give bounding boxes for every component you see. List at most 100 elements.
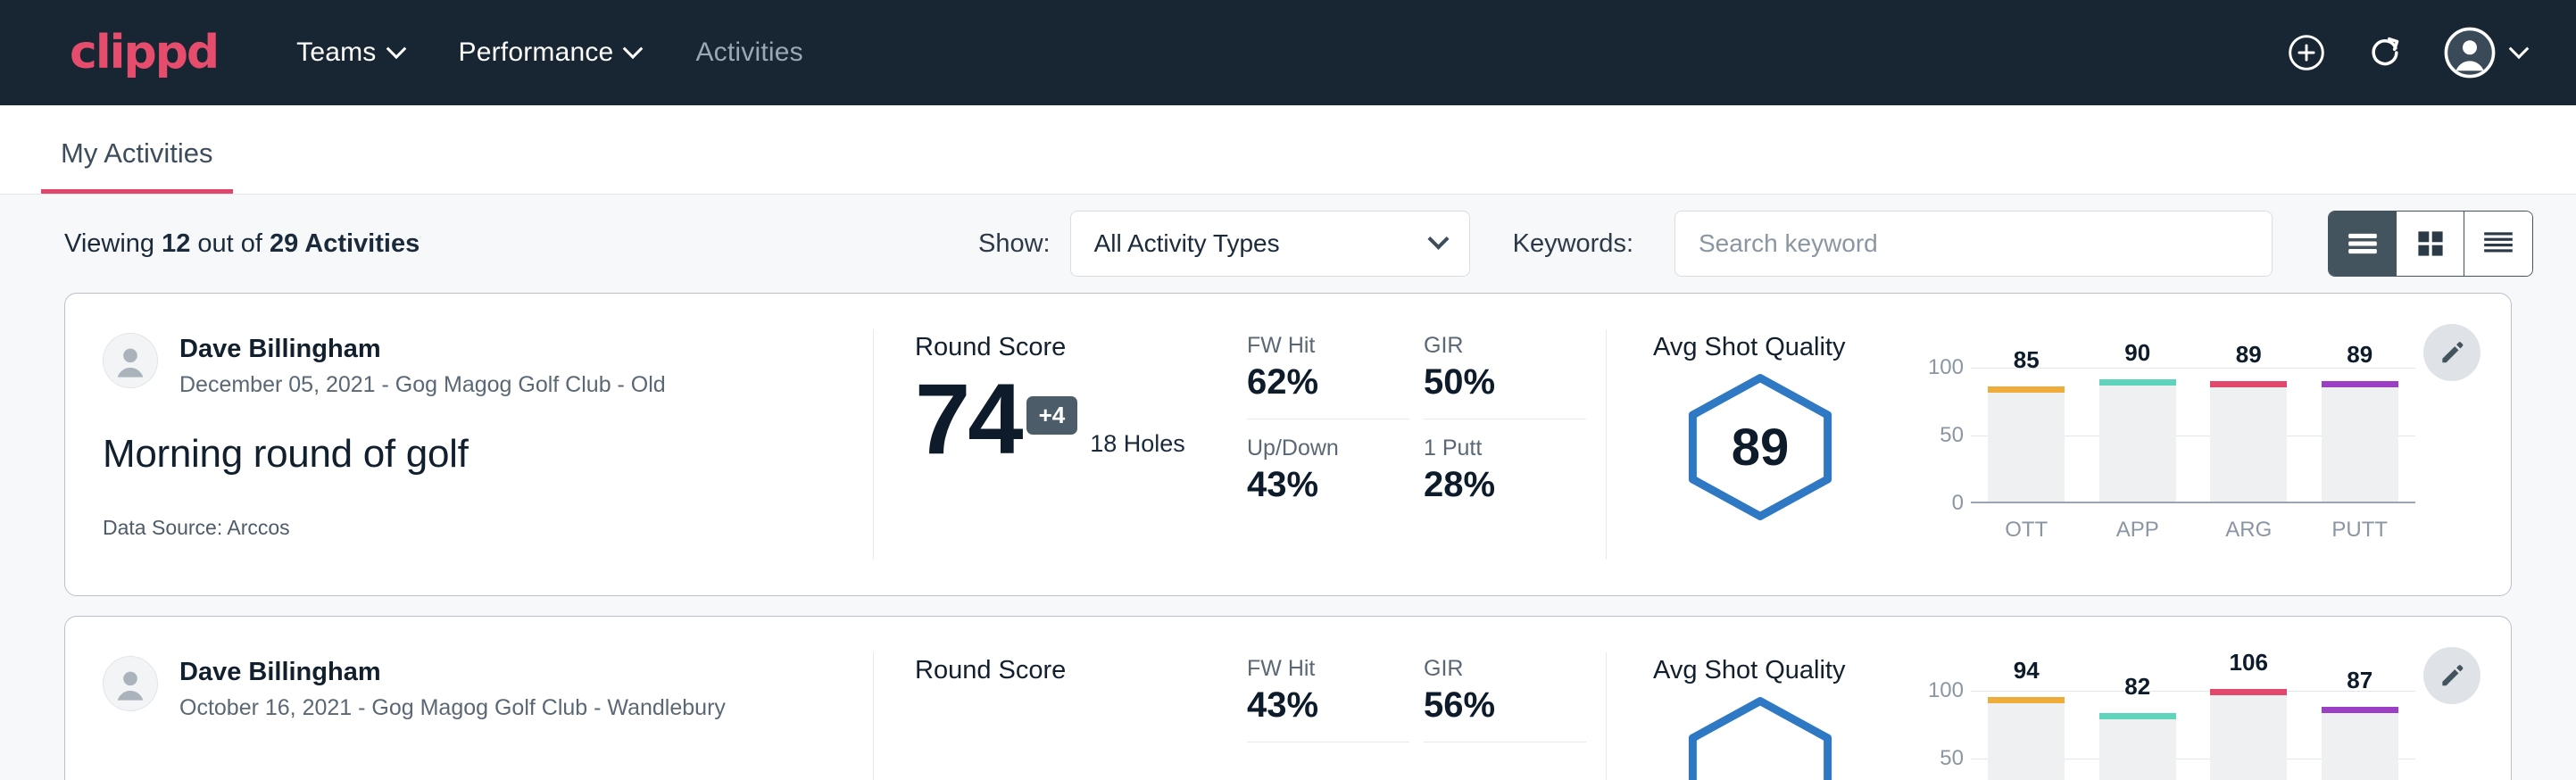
bar-cap [1988, 697, 2065, 703]
activity-card[interactable]: Dave Billingham October 16, 2021 - Gog M… [64, 616, 2512, 780]
x-axis-tick-label: APP [2099, 518, 2176, 543]
person-icon [107, 337, 154, 384]
player-name: Dave Billingham [179, 333, 666, 365]
edit-activity-button[interactable] [2423, 647, 2480, 704]
holes-played: 18 Holes [1090, 430, 1185, 465]
x-axis-tick-label: OTT [1988, 518, 2065, 543]
round-score-label: Round Score [915, 333, 1231, 362]
activity-type-select[interactable]: All Activity Types [1070, 211, 1470, 277]
stat-label: GIR [1424, 656, 1586, 682]
show-label: Show: [978, 229, 1051, 259]
bar-group: 106 [2210, 691, 2287, 780]
bar-value-label: 90 [2099, 339, 2176, 367]
hexagon-icon [1680, 696, 1841, 780]
bar [2099, 379, 2176, 502]
activity-meta: December 05, 2021 - Gog Magog Golf Club … [179, 372, 666, 398]
round-score-value: 74 [915, 373, 1021, 465]
view-mode-compact-button[interactable] [2464, 212, 2532, 276]
bar-group: 94 [1988, 691, 2065, 780]
stat-label: GIR [1424, 333, 1586, 359]
refresh-button[interactable] [2365, 33, 2405, 72]
top-navigation-bar: clippd Teams Performance Activities [0, 0, 2576, 105]
view-mode-toggle-group [2328, 211, 2533, 277]
nav-item-teams-label: Teams [296, 37, 376, 68]
y-axis-tick-label: 50 [1940, 746, 1964, 771]
bar-cap [2322, 381, 2398, 387]
chevron-down-icon [1427, 228, 1449, 249]
y-axis-tick-label: 50 [1940, 423, 1964, 448]
list-view-icon [2346, 230, 2380, 257]
quality-hexagon-wrap [1653, 691, 1867, 780]
quality-hexagon-wrap: 89 [1653, 368, 1867, 521]
nav-item-activities-label: Activities [695, 37, 802, 68]
stat-column-right: GIR 50% 1 Putt 28% [1424, 333, 1586, 595]
bar-value-label: 85 [1988, 346, 2065, 374]
x-axis-line [1971, 502, 2415, 503]
stat-column-right: GIR 56% [1424, 656, 1586, 780]
y-axis-tick-label: 0 [1952, 491, 1964, 516]
stat-value: 50% [1424, 362, 1586, 402]
account-menu-button[interactable] [2444, 27, 2526, 79]
y-axis: 050100 [1915, 691, 1964, 780]
nav-item-teams[interactable]: Teams [296, 37, 403, 68]
stat-divider [1247, 742, 1409, 743]
keywords-label: Keywords: [1513, 229, 1633, 259]
stat-column-left: FW Hit 43% [1247, 656, 1409, 780]
player-name: Dave Billingham [179, 656, 726, 688]
bar-value-label: 89 [2322, 341, 2398, 369]
search-input[interactable] [1674, 211, 2273, 277]
round-score-column: Round Score [874, 617, 1231, 780]
edit-activity-button[interactable] [2423, 324, 2480, 381]
round-score-column: Round Score 74 +4 18 Holes [874, 294, 1231, 595]
pencil-icon [2438, 661, 2466, 690]
shot-quality-bar-chart: 050100 94 82 106 87 [1915, 691, 2415, 780]
nav-item-performance-label: Performance [459, 37, 614, 68]
avg-shot-quality-column: Avg Shot Quality 050100 [1607, 617, 2511, 780]
bar-value-label: 89 [2210, 341, 2287, 369]
avatar [103, 656, 158, 711]
viewing-count-text: Viewing 12 out of 29 Activities [64, 229, 420, 259]
nav-item-activities[interactable]: Activities [695, 37, 802, 68]
bar [1988, 697, 2065, 780]
y-axis-tick-label: 100 [1928, 678, 1964, 703]
player-identity: Dave Billingham October 16, 2021 - Gog M… [103, 656, 873, 721]
bar [2210, 689, 2287, 780]
avg-shot-quality-body: 050100 94 82 106 87 [1653, 691, 2511, 780]
clippd-logo[interactable]: clippd [70, 29, 218, 76]
top-nav-actions [2287, 27, 2526, 79]
sub-navigation-bar: My Activities [0, 105, 2576, 195]
bar-cap [2099, 713, 2176, 719]
round-score-row: 74 +4 18 Holes [915, 373, 1231, 465]
view-mode-list-button[interactable] [2329, 212, 2397, 276]
bars-container: 85 90 89 89 [1971, 368, 2415, 502]
bar-value-label: 82 [2099, 673, 2176, 701]
pencil-icon [2438, 338, 2466, 367]
viewing-prefix: Viewing [64, 229, 162, 258]
bar-group: 82 [2099, 691, 2176, 780]
bar-cap [2322, 707, 2398, 713]
tab-my-activities[interactable]: My Activities [41, 137, 233, 194]
stat-label: Up/Down [1247, 436, 1409, 461]
filter-controls: Show: All Activity Types Keywords: [978, 211, 2533, 277]
bar-group: 85 [1988, 368, 2065, 502]
plus-circle-icon [2287, 33, 2326, 72]
activity-data-source: Data Source: Arccos [103, 516, 873, 540]
viewing-total: 29 Activities [270, 229, 420, 258]
score-to-par-badge: +4 [1026, 396, 1078, 435]
refresh-icon [2365, 33, 2405, 72]
bar-group: 90 [2099, 368, 2176, 502]
view-mode-grid-button[interactable] [2397, 212, 2464, 276]
compact-view-icon [2481, 229, 2515, 258]
bar [2322, 707, 2398, 780]
stat-label: FW Hit [1247, 656, 1409, 682]
bars-container: 94 82 106 87 [1971, 691, 2415, 780]
round-stats-column: FW Hit 62% Up/Down 43% GIR 50% 1 Putt 28… [1231, 294, 1606, 595]
nav-item-performance[interactable]: Performance [459, 37, 641, 68]
bar [2210, 381, 2287, 502]
add-activity-button[interactable] [2287, 33, 2326, 72]
avatar [103, 333, 158, 388]
x-axis-tick-label: ARG [2210, 518, 2287, 543]
bar [2322, 381, 2398, 502]
activity-card[interactable]: Dave Billingham December 05, 2021 - Gog … [64, 293, 2512, 596]
person-icon [107, 660, 154, 707]
